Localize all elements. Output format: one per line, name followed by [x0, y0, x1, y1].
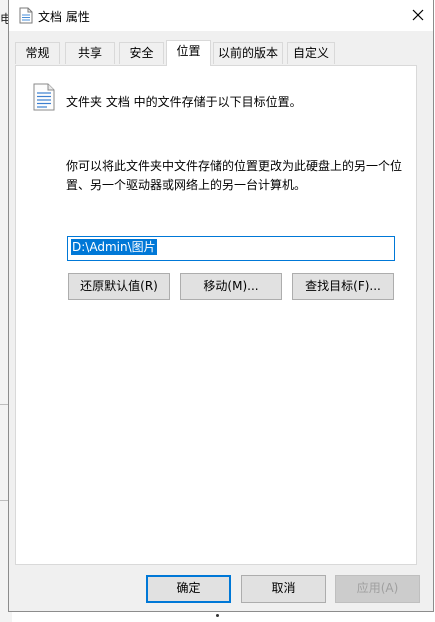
folder-doc-icon: [33, 83, 55, 111]
ok-button[interactable]: 确定: [146, 575, 231, 603]
target-path-text: D:\Admin\图片: [71, 239, 157, 255]
properties-dialog: 文档 属性 常规 共享 安全 位置 以前的版本 自定义 文件夹 文档 中的文件存…: [8, 0, 434, 612]
tab-location[interactable]: 位置: [166, 40, 211, 66]
tab-customize[interactable]: 自定义: [287, 42, 335, 64]
target-path-input[interactable]: D:\Admin\图片: [67, 236, 395, 261]
background-dot: [216, 614, 219, 617]
tab-general[interactable]: 常规: [15, 42, 60, 64]
location-explanation: 你可以将此文件夹中文件存储的位置更改为此硬盘上的另一个位置、另一个驱动器或网络上…: [66, 159, 403, 192]
apply-button[interactable]: 应用(A): [335, 575, 420, 603]
cancel-button[interactable]: 取消: [241, 575, 326, 603]
location-panel: 文件夹 文档 中的文件存储于以下目标位置。 你可以将此文件夹中文件存储的位置更改…: [15, 65, 417, 565]
close-button[interactable]: [403, 0, 433, 30]
tab-security[interactable]: 安全: [119, 42, 164, 64]
restore-default-button[interactable]: 还原默认值(R): [68, 273, 170, 300]
find-target-button[interactable]: 查找目标(F)...: [292, 273, 394, 300]
tab-previous-versions[interactable]: 以前的版本: [213, 42, 283, 64]
move-button[interactable]: 移动(M)...: [180, 273, 282, 300]
dialog-title: 文档 属性: [38, 10, 90, 24]
close-icon: [412, 9, 424, 21]
document-icon: [19, 7, 33, 24]
tab-sharing[interactable]: 共享: [65, 42, 115, 64]
title-bar[interactable]: 文档 属性: [9, 0, 433, 31]
location-description: 文件夹 文档 中的文件存储于以下目标位置。: [66, 95, 302, 109]
